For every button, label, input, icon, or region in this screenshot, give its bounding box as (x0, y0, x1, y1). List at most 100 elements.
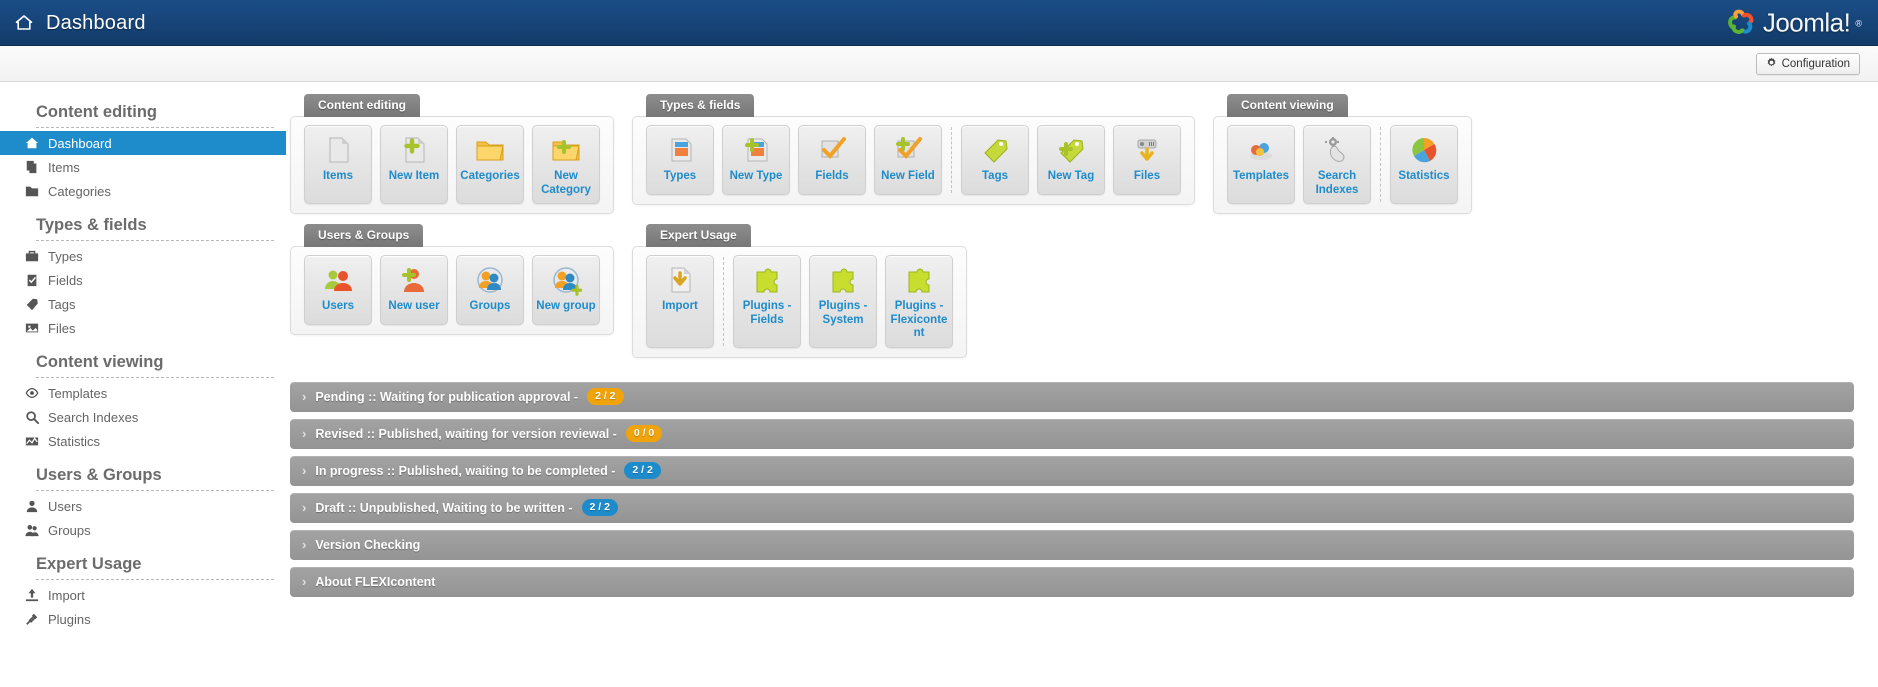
tile-new-field[interactable]: New Field (874, 125, 942, 195)
tile-categories[interactable]: Categories (456, 125, 524, 205)
accordion-header[interactable]: › In progress :: Published, waiting to be… (290, 455, 1854, 486)
tile-separator (1380, 127, 1381, 203)
sidebar-item-fields[interactable]: Fields (0, 268, 286, 292)
configuration-label: Configuration (1781, 57, 1850, 70)
tile-fields[interactable]: Fields (798, 125, 866, 195)
type-plus-icon (740, 133, 772, 167)
import-icon (664, 263, 696, 297)
panel-tab[interactable]: Users & Groups (304, 224, 424, 248)
panel-body: Templates Search Indexes Statistics (1213, 116, 1472, 215)
sidebar-item-types[interactable]: Types (0, 244, 286, 268)
sidebar-item-categories[interactable]: Categories (0, 179, 286, 203)
tag-plus-icon (1055, 133, 1087, 167)
tile-new-tag[interactable]: New Tag (1037, 125, 1105, 195)
sidebar-item-items[interactable]: Items (0, 155, 286, 179)
accordion-header[interactable]: › Pending :: Waiting for publication appr… (290, 381, 1854, 412)
plug-icon (24, 611, 40, 627)
tile-label: Search Indexes (1315, 170, 1359, 196)
tile-items[interactable]: Items (304, 125, 372, 205)
tile-tags[interactable]: Tags (961, 125, 1029, 195)
tile-plugins-fields[interactable]: Plugins - Fields (733, 255, 801, 348)
sidebar-item-users[interactable]: Users (0, 494, 286, 518)
accordion-title: About FLEXIcontent (315, 574, 436, 589)
file-download-icon (1131, 133, 1163, 167)
home-icon[interactable] (14, 13, 34, 33)
sidebar-item-label: Search Indexes (48, 409, 139, 425)
sidebar-item-tags[interactable]: Tags (0, 292, 286, 316)
tile-label: New Tag (1047, 170, 1095, 182)
page-body: Content editing Dashboard Items Categories T… (0, 82, 1878, 635)
tile-plugins-flexicontent[interactable]: Plugins - Flexicontent (885, 255, 953, 348)
sidebar-item-files[interactable]: Files (0, 316, 286, 340)
tile-new-type[interactable]: New Type (722, 125, 790, 195)
accordion-header[interactable]: › Draft :: Unpublished, Waiting to be wri… (290, 492, 1854, 523)
tile-new-item[interactable]: New Item (380, 125, 448, 205)
users-icon (322, 263, 354, 297)
app-header: Dashboard Joomla! ® (0, 0, 1878, 46)
search-gear-icon (1321, 133, 1353, 167)
sidebar-item-statistics[interactable]: Statistics (0, 429, 286, 453)
tile-import[interactable]: Import (646, 255, 714, 348)
sidebar-divider (36, 127, 274, 128)
panel-tab[interactable]: Content editing (304, 94, 420, 117)
clipboard-check-icon (24, 272, 40, 288)
sidebar-group-title: Users & Groups (36, 466, 162, 484)
sidebar-item-dashboard[interactable]: Dashboard (0, 131, 286, 155)
status-badge: 0 / 0 (625, 425, 663, 443)
tile-label: Groups (469, 300, 511, 313)
sidebar-item-plugins[interactable]: Plugins (0, 607, 286, 631)
user-icon (24, 498, 40, 514)
sidebar-item-label: Statistics (48, 433, 101, 449)
tile-types[interactable]: Types (646, 125, 714, 195)
tile-files[interactable]: Files (1113, 125, 1181, 195)
accordion-title: In progress :: Published, waiting to be … (315, 463, 616, 478)
panel-tab[interactable]: Content viewing (1227, 94, 1348, 117)
tile-templates[interactable]: Templates (1227, 125, 1295, 205)
toolbar: Configuration (0, 46, 1878, 82)
sidebar-item-label: Fields (48, 272, 83, 288)
sidebar-item-label: Items (48, 159, 80, 175)
tile-plugins-system[interactable]: Plugins - System (809, 255, 877, 348)
sidebar-item-search-indexes[interactable]: Search Indexes (0, 405, 286, 429)
tile-label: Items (322, 170, 354, 182)
tile-label: New user (388, 300, 440, 313)
search-icon (24, 409, 40, 425)
status-badge: 2 / 2 (581, 499, 618, 517)
group-plus-icon (550, 263, 582, 297)
joomla-wordmark: Joomla! (1762, 7, 1851, 38)
tile-new-group[interactable]: New group (532, 255, 600, 326)
accordion-header[interactable]: › Version Checking (290, 529, 1854, 560)
tile-label: Plugins - Flexicontent (890, 300, 948, 340)
accordion-header[interactable]: › Revised :: Published, waiting for versi… (290, 418, 1854, 449)
panel-tab[interactable]: Types & fields (646, 94, 755, 117)
sidebar-item-label: Files (48, 320, 76, 336)
sidebar-divider (36, 490, 274, 491)
sidebar-group: Content viewing Templates Search Indexes St… (0, 344, 286, 453)
tile-groups[interactable]: Groups (456, 255, 524, 326)
gear-icon (1766, 57, 1777, 71)
panel: Content viewing Templates Search Indexes St… (1213, 94, 1472, 215)
tile-new-category[interactable]: New Category (532, 125, 600, 205)
panel-tab[interactable]: Expert Usage (646, 224, 751, 248)
puzzle-icon (827, 263, 859, 297)
tile-label: Templates (1232, 170, 1290, 182)
tile-label: Tags (982, 170, 1008, 182)
tile-new-user[interactable]: New user (380, 255, 448, 326)
sidebar-item-groups[interactable]: Groups (0, 518, 286, 542)
tile-separator (951, 127, 952, 193)
sidebar-item-label: Dashboard (48, 135, 112, 151)
accordion-header[interactable]: › About FLEXIcontent (290, 566, 1854, 597)
sidebar-item-import[interactable]: Import (0, 583, 286, 607)
folder-icon (474, 133, 506, 167)
panel: Expert Usage Import Plugins - Fields Plugin… (632, 224, 967, 358)
panel: Types & fields Types New Type Fields New Fie… (632, 94, 1195, 205)
tile-label: Fields (815, 170, 849, 182)
sidebar-group-title: Content editing (36, 103, 157, 121)
sidebar-item-templates[interactable]: Templates (0, 381, 286, 405)
folder-plus-icon (550, 133, 582, 167)
tile-search-indexes[interactable]: Search Indexes (1303, 125, 1371, 205)
tile-statistics[interactable]: Statistics (1390, 125, 1458, 205)
configuration-button[interactable]: Configuration (1755, 52, 1860, 75)
tile-users[interactable]: Users (304, 255, 372, 326)
copy-icon (24, 159, 40, 175)
